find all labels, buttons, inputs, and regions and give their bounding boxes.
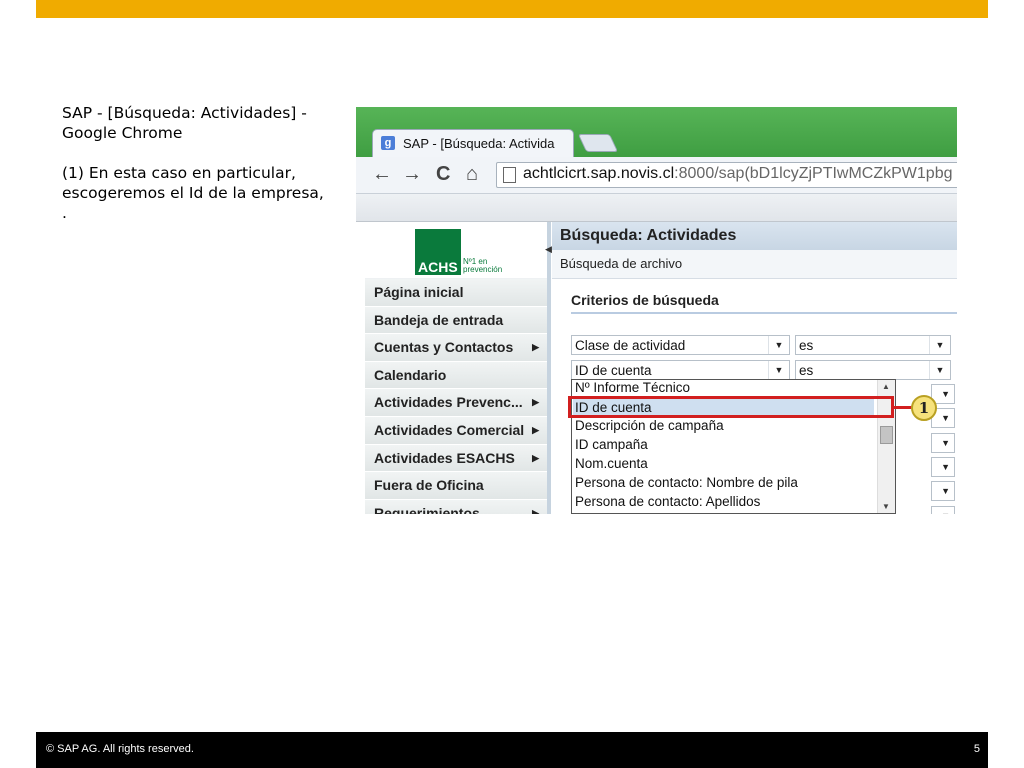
dropdown-option[interactable]: Nº Informe Técnico: [575, 380, 690, 395]
collapse-arrow-icon[interactable]: ◀: [545, 244, 552, 255]
sidebar-item-actividades-esachs[interactable]: Actividades ESACHS ▶: [365, 444, 547, 473]
submenu-arrow-icon: ▶: [532, 507, 539, 514]
tab-title: SAP - [Búsqueda: Activida: [403, 136, 555, 151]
page-subtitle: Búsqueda de archivo: [552, 250, 957, 279]
logo-tagline-2: prevención: [463, 265, 503, 274]
browser-titlebar: g SAP - [Búsqueda: Activida: [356, 107, 957, 158]
sidebar-item-cuentas-y-contactos[interactable]: Cuentas y Contactos ▶: [365, 334, 547, 362]
slide-description: SAP - [Búsqueda: Actividades] - Google C…: [62, 103, 324, 243]
page-icon: [503, 167, 516, 183]
criteria-title: Criterios de búsqueda: [571, 292, 957, 314]
sidebar-item-requerimientos[interactable]: Requerimientos ▶: [365, 499, 547, 514]
sidebar-item-label: Bandeja de entrada: [374, 311, 504, 328]
back-arrow-icon[interactable]: ←: [372, 163, 392, 185]
select-value: ID de cuenta: [575, 363, 652, 378]
slide-footer: © SAP AG. All rights reserved. 5: [36, 732, 988, 768]
sidebar-item-actividades-prevencion[interactable]: Actividades Prevenc... ▶: [365, 389, 547, 417]
criteria-operator-select-1[interactable]: es ▼: [795, 335, 951, 355]
sidebar-item-actividades-comercial[interactable]: Actividades Comercial ▶: [365, 416, 547, 445]
criteria-operator-select-2[interactable]: es ▼: [795, 360, 951, 380]
sidebar-item-label: Actividades Comercial: [374, 421, 525, 438]
sap-sidebar: ACHS Nº1 en prevención Página inicial Ba…: [365, 222, 547, 514]
chevron-down-icon: ▼: [941, 507, 950, 514]
submenu-arrow-icon: ▶: [532, 342, 539, 353]
scroll-up-icon[interactable]: ▲: [882, 382, 890, 391]
sidebar-item-bandeja-de-entrada[interactable]: Bandeja de entrada: [365, 306, 547, 335]
address-bar[interactable]: achtlcicrt.sap.novis.cl:8000/sap(bD1lcyZ…: [496, 162, 957, 188]
url-text: achtlcicrt.sap.novis.cl:8000/sap(bD1lcyZ…: [523, 165, 952, 183]
sidebar-item-label: Página inicial: [374, 284, 464, 300]
url-path: :8000/sap(bD1lcyZjPTIwMCZkPW1pbg: [674, 165, 953, 182]
select-value: Clase de actividad: [575, 338, 686, 353]
criteria-operator-select-5[interactable]: ▼: [931, 433, 955, 453]
criteria-operator-select-7[interactable]: ▼: [931, 481, 955, 501]
browser-screenshot: g SAP - [Búsqueda: Activida ← → C ⌂ acht…: [356, 107, 957, 514]
criteria-operator-select-6[interactable]: ▼: [931, 457, 955, 477]
select-value: es: [799, 338, 814, 353]
step-callout: 1: [911, 395, 937, 421]
browser-tab[interactable]: g SAP - [Búsqueda: Activida: [372, 129, 574, 158]
top-accent-bar: [36, 0, 988, 18]
sidebar-item-label: Actividades ESACHS: [374, 449, 515, 466]
sidebar-item-pagina-inicial[interactable]: Página inicial: [365, 279, 547, 307]
highlight-box: [568, 396, 894, 418]
footer-copyright: © SAP AG. All rights reserved.: [46, 743, 194, 755]
scroll-down-icon[interactable]: ▼: [882, 502, 890, 511]
chevron-down-icon: ▼: [929, 361, 950, 379]
description-title: SAP - [Búsqueda: Actividades] - Google C…: [62, 104, 307, 142]
description-step: (1) En esta caso en particular, escogere…: [62, 164, 324, 222]
dropdown-option[interactable]: Descripción de campaña: [575, 418, 724, 433]
logo-tagline: Nº1 en prevención: [463, 258, 502, 274]
chevron-down-icon: ▼: [929, 336, 950, 354]
dropdown-option[interactable]: Nom.cuenta: [575, 456, 648, 471]
criteria-operator-select-8[interactable]: ▼: [931, 506, 955, 514]
submenu-arrow-icon: ▶: [532, 397, 539, 408]
logo-area: ACHS Nº1 en prevención: [365, 222, 547, 278]
dropdown-option[interactable]: Persona de contacto: Apellidos: [575, 494, 760, 509]
criteria-field-select-1[interactable]: Clase de actividad ▼: [571, 335, 790, 355]
forward-arrow-icon[interactable]: →: [402, 163, 422, 185]
submenu-arrow-icon: ▶: [532, 424, 539, 435]
logo-text: ACHS: [418, 259, 458, 275]
sidebar-menu: Página inicial Bandeja de entrada Cuenta…: [365, 279, 547, 514]
sidebar-item-label: Requerimientos: [374, 504, 480, 514]
sidebar-item-fuera-de-oficina[interactable]: Fuera de Oficina: [365, 472, 547, 500]
sidebar-splitter[interactable]: ◀: [545, 222, 552, 514]
chevron-down-icon: ▼: [941, 438, 950, 448]
chevron-down-icon: ▼: [941, 389, 950, 399]
new-tab-button[interactable]: [577, 134, 619, 152]
reload-icon[interactable]: C: [436, 163, 450, 185]
chevron-down-icon: ▼: [941, 462, 950, 472]
url-host: achtlcicrt.sap.novis.cl: [523, 165, 675, 182]
home-icon[interactable]: ⌂: [466, 163, 478, 185]
achs-logo: ACHS: [415, 229, 461, 275]
criteria-field-select-2[interactable]: ID de cuenta ▼: [571, 360, 790, 380]
submenu-arrow-icon: ▶: [532, 452, 539, 463]
sidebar-item-label: Cuentas y Contactos: [374, 339, 514, 356]
page-title: Búsqueda: Actividades: [552, 222, 957, 250]
select-value: es: [799, 363, 814, 378]
scrollbar-thumb[interactable]: [880, 426, 893, 444]
dropdown-option[interactable]: ID campaña: [575, 437, 648, 452]
chevron-down-icon: ▼: [768, 361, 789, 379]
sidebar-item-label: Fuera de Oficina: [374, 477, 484, 494]
sidebar-item-label: Actividades Prevenc...: [374, 394, 523, 411]
sidebar-item-calendario[interactable]: Calendario: [365, 361, 547, 390]
dropdown-option[interactable]: Persona de contacto: Nombre de pila: [575, 475, 798, 490]
bookmarks-bar: [356, 194, 957, 222]
browser-toolbar: ← → C ⌂ achtlcicrt.sap.novis.cl:8000/sap…: [356, 157, 957, 194]
sidebar-item-label: Calendario: [374, 366, 447, 383]
google-g-icon: g: [381, 136, 395, 150]
chevron-down-icon: ▼: [768, 336, 789, 354]
chevron-down-icon: ▼: [941, 413, 950, 423]
page-number: 5: [973, 743, 980, 755]
chevron-down-icon: ▼: [941, 486, 950, 496]
